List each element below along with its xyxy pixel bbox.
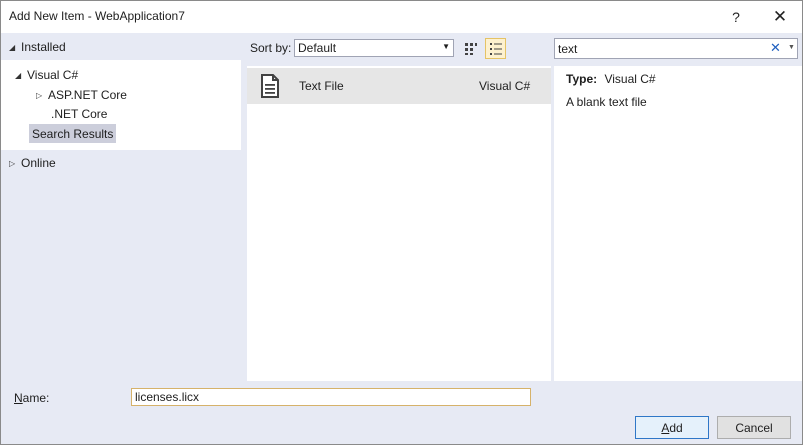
clear-search-icon[interactable]: ✕: [770, 40, 781, 56]
add-accesskey: A: [661, 420, 670, 435]
tree-item-label: Search Results: [32, 126, 114, 141]
tree-item-search-results[interactable]: Search Results: [29, 124, 117, 143]
tree-item-installed[interactable]: ◢ Installed: [9, 38, 66, 56]
close-button[interactable]: ✕: [758, 1, 802, 33]
search-input[interactable]: [558, 40, 758, 57]
sort-by-dropdown[interactable]: Default ▼: [294, 39, 454, 57]
search-options-arrow-icon[interactable]: ▼: [788, 44, 795, 51]
grid-view-icon: [464, 42, 477, 55]
dropdown-arrow-icon[interactable]: ▼: [442, 42, 450, 51]
type-label: Type:: [566, 72, 598, 86]
tree-item-online[interactable]: ▷ Online: [9, 154, 56, 172]
template-item-text-file[interactable]: Text File Visual C#: [247, 68, 551, 104]
tree-item-label: Visual C#: [27, 68, 79, 82]
sort-by-label: Sort by:: [250, 41, 292, 55]
templates-list: Text File Visual C#: [247, 66, 551, 381]
name-field[interactable]: [131, 388, 531, 406]
name-label: Name:: [14, 391, 49, 405]
expanded-triangle-icon[interactable]: ◢: [15, 71, 27, 80]
text-file-icon: [259, 74, 281, 101]
list-view-icon: [489, 42, 502, 55]
add-button[interactable]: Add: [635, 416, 709, 439]
template-name: Text File: [299, 79, 344, 93]
tree-item-label: .NET Core: [51, 107, 108, 121]
tree-item-label: Online: [21, 156, 56, 170]
name-label-rest: ame:: [22, 391, 50, 405]
add-new-item-dialog: Add New Item - WebApplication7 ? ✕ ◢ Ins…: [0, 0, 803, 445]
tree-item-aspnet-core[interactable]: ▷ ASP.NET Core: [36, 86, 127, 104]
cancel-button[interactable]: Cancel: [717, 416, 791, 439]
small-icons-view-button[interactable]: [460, 38, 481, 59]
name-label-accesskey: N: [14, 391, 23, 405]
add-label-rest: dd: [669, 420, 683, 435]
sort-by-value: Default: [298, 41, 337, 55]
collapsed-triangle-icon[interactable]: ▷: [36, 91, 48, 100]
template-description: A blank text file: [566, 95, 647, 109]
title-bar: Add New Item - WebApplication7 ? ✕: [1, 1, 802, 33]
type-value: Visual C#: [604, 72, 656, 86]
window-title: Add New Item - WebApplication7: [9, 9, 185, 23]
tree-item-label: Installed: [21, 40, 66, 54]
tree-item-label: ASP.NET Core: [48, 88, 127, 102]
template-language: Visual C#: [479, 79, 531, 93]
category-tree: ◢ Installed ◢ Visual C# ▷ ASP.NET Core .…: [1, 33, 241, 381]
expanded-triangle-icon[interactable]: ◢: [9, 43, 21, 52]
details-panel: Type: Visual C# A blank text file: [554, 66, 802, 381]
search-box[interactable]: ✕ ▼: [554, 38, 798, 59]
help-button[interactable]: ?: [714, 1, 758, 33]
type-info: Type: Visual C#: [566, 72, 656, 86]
tree-item-visual-csharp[interactable]: ◢ Visual C#: [15, 66, 78, 84]
list-view-button[interactable]: [485, 38, 506, 59]
tree-item-net-core[interactable]: .NET Core: [51, 105, 107, 123]
collapsed-triangle-icon[interactable]: ▷: [9, 159, 21, 168]
